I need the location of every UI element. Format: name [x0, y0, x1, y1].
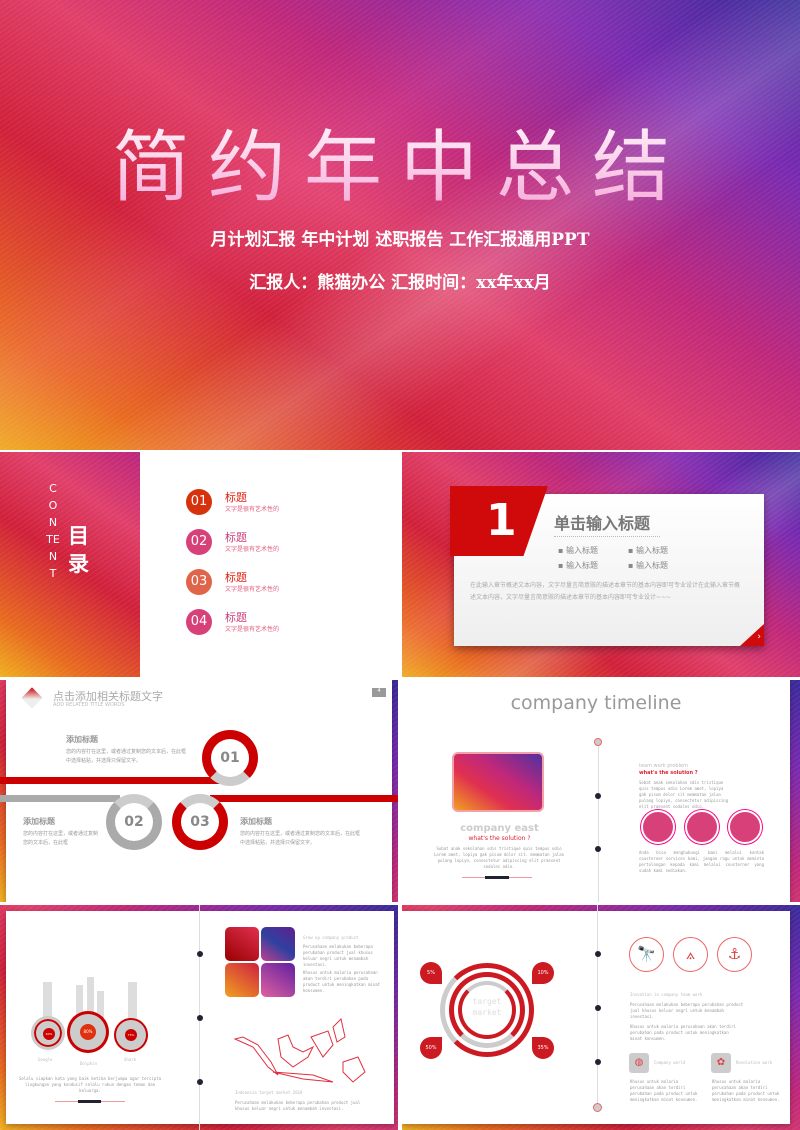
toc-item[interactable]: 02 标题 文字是很有艺术性的: [186, 528, 326, 556]
bullet-item: ▪ 输入标题: [628, 546, 668, 555]
step-circle-01: 01: [202, 730, 258, 786]
toc-item-title: 标题: [225, 611, 247, 624]
toc-number: 01: [186, 489, 212, 515]
gauge: 80%: [67, 1011, 109, 1053]
timeline-slide[interactable]: company timeline company east what's the…: [402, 680, 800, 902]
toc-item-title: 标题: [225, 491, 247, 504]
toc-vertical-label: CONTENT: [46, 482, 60, 580]
bullet-item: ▪ 输入标题: [558, 546, 598, 555]
slide-title: company timeline: [510, 692, 682, 714]
toc-item[interactable]: 04 标题 文字是很有艺术性的: [186, 608, 326, 636]
circle-marker: [728, 810, 762, 844]
cover-reporter: 汇报人：熊猫办公 汇报时间：xx年xx月: [249, 273, 551, 293]
image-grid: [225, 927, 295, 997]
globe-icon: ◍: [629, 1053, 649, 1073]
bullet-item: ▪ 输入标题: [558, 561, 598, 570]
toc-item-desc: 文字是很有艺术性的: [225, 506, 280, 513]
toc-number: 02: [186, 529, 212, 555]
toc-item-desc: 文字是很有艺术性的: [225, 586, 280, 593]
circle-marker: [641, 810, 675, 844]
toc-slide[interactable]: CONTENT 目录 01 标题 文字是很有艺术性的 02 标题 文字是很有艺术…: [0, 452, 398, 677]
stats-slide[interactable]: 60% 80% 75% Google Dolphin Shark Selalu …: [0, 905, 398, 1130]
cover-title: 简约年中总结: [0, 105, 800, 217]
gauge: 75%: [114, 1018, 148, 1052]
toc-item-title: 标题: [225, 531, 247, 544]
toc-title: 目录: [68, 524, 89, 576]
badge: 5%: [420, 962, 442, 984]
section-body: 在此输入章节概述文本内容，文字尽量言简意赅的描述本章节的基本内容即可专业设计在此…: [470, 582, 741, 601]
badge: 35%: [532, 1037, 554, 1059]
section-slide[interactable]: 1 单击输入标题 ▪ 输入标题 ▪ 输入标题 ▪ 输入标题 ▪ 输入标题 在此输…: [402, 452, 800, 677]
badge: 50%: [420, 1037, 442, 1059]
bullet-item: ▪ 输入标题: [628, 561, 668, 570]
section-title[interactable]: 单击输入标题: [554, 510, 650, 534]
page-number: 4: [372, 688, 386, 697]
toc-number: 03: [186, 569, 212, 595]
toc-item-title: 标题: [225, 571, 247, 584]
step-circle-02: 02: [106, 794, 162, 850]
anchor-icon: ⚓: [717, 937, 752, 972]
toc-item-desc: 文字是很有艺术性的: [225, 626, 280, 633]
cover-slide[interactable]: 简约年中总结 月计划汇报 年中计划 述职报告 工作汇报通用PPT 汇报人：熊猫办…: [0, 0, 800, 450]
market-slide[interactable]: target market 5% 10% 50% 35% 🔭 ⟑ ⚓ Inova…: [402, 905, 800, 1130]
photo-thumbnail: [452, 752, 544, 812]
cover-subtitle: 月计划汇报 年中计划 述职报告 工作汇报通用PPT: [210, 230, 590, 250]
toc-number: 04: [186, 609, 212, 635]
compass-icon: ⟑: [673, 937, 708, 972]
toc-item[interactable]: 03 标题 文字是很有艺术性的: [186, 568, 326, 596]
telescope-icon: 🔭: [629, 937, 664, 972]
gauge: 60%: [31, 1016, 65, 1050]
toc-item-desc: 文字是很有艺术性的: [225, 546, 280, 553]
toc-item[interactable]: 01 标题 文字是很有艺术性的: [186, 488, 326, 516]
steps-slide[interactable]: 点击添加相关标题文字 ADD RELATED TITLE WORDS 4 01 …: [0, 680, 398, 902]
atom-icon: ✿: [711, 1053, 731, 1073]
step-circle-03: 03: [172, 794, 228, 850]
ring-center-label: target market: [472, 997, 502, 1017]
badge: 10%: [532, 962, 554, 984]
circle-marker: [685, 810, 719, 844]
indonesia-map: [233, 1018, 366, 1083]
